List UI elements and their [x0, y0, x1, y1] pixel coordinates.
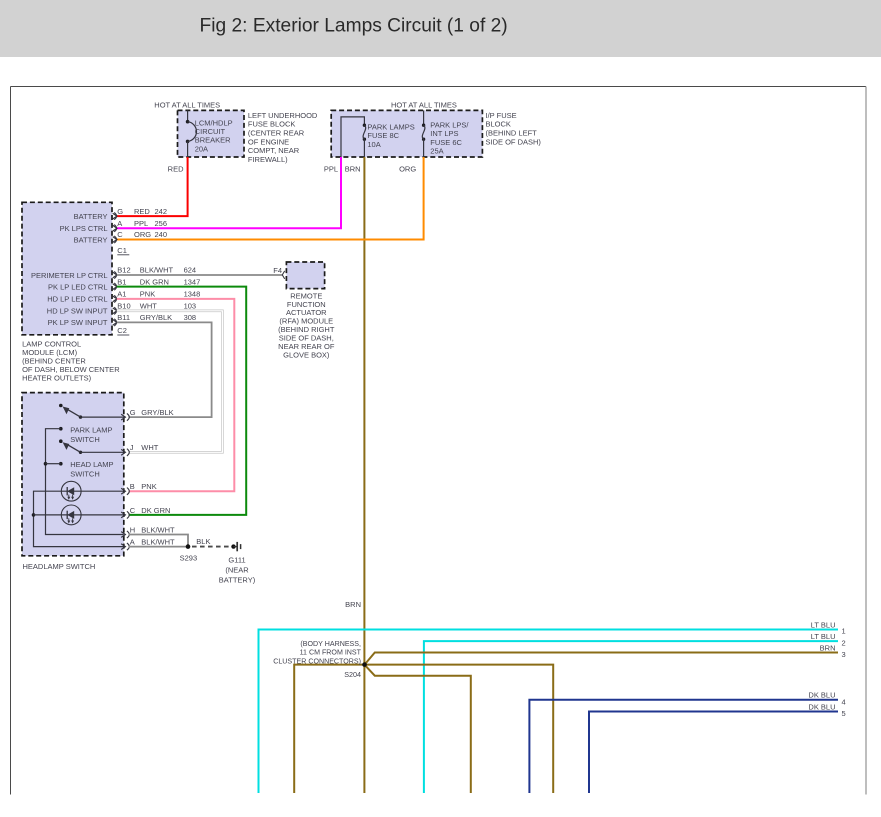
svg-text:242: 242 [155, 207, 168, 216]
svg-text:240: 240 [155, 230, 168, 239]
svg-text:PK LP SW INPUT: PK LP SW INPUT [48, 318, 108, 327]
svg-text:RED: RED [134, 207, 150, 216]
svg-text:FUSE BLOCK: FUSE BLOCK [248, 120, 296, 129]
svg-text:1: 1 [842, 627, 846, 636]
svg-text:LT BLU: LT BLU [811, 632, 836, 641]
svg-text:C1: C1 [117, 246, 127, 255]
svg-text:ORG: ORG [399, 164, 416, 173]
svg-text:(BEHIND LEFT: (BEHIND LEFT [486, 129, 538, 138]
svg-text:BRN: BRN [820, 643, 836, 652]
svg-text:B: B [130, 482, 135, 491]
svg-text:624: 624 [184, 266, 197, 275]
svg-text:2: 2 [842, 638, 846, 647]
svg-text:(BODY HARNESS,: (BODY HARNESS, [300, 640, 361, 648]
svg-text:S293: S293 [180, 553, 198, 562]
svg-text:HOT AT ALL TIMES: HOT AT ALL TIMES [154, 100, 220, 109]
svg-text:CLUSTER CONNECTORS): CLUSTER CONNECTORS) [273, 657, 361, 665]
svg-text:308: 308 [184, 313, 197, 322]
svg-text:PPL: PPL [134, 219, 148, 228]
svg-text:J: J [130, 443, 134, 452]
svg-text:HEADLAMP SWITCH: HEADLAMP SWITCH [23, 562, 96, 571]
svg-text:G: G [130, 408, 136, 417]
svg-text:COMPT, NEAR: COMPT, NEAR [248, 146, 300, 155]
svg-text:ORG: ORG [134, 230, 151, 239]
svg-text:PARK LAMP: PARK LAMP [70, 426, 112, 435]
svg-text:WHT: WHT [140, 302, 157, 311]
svg-text:10A: 10A [367, 140, 380, 149]
svg-text:25A: 25A [430, 146, 443, 155]
svg-text:Fig 2: Exterior Lamps Circuit: Fig 2: Exterior Lamps Circuit (1 of 2) [200, 15, 508, 36]
svg-text:LEFT UNDERHOOD: LEFT UNDERHOOD [248, 111, 318, 120]
svg-text:BLK/WHT: BLK/WHT [140, 266, 174, 275]
svg-text:3: 3 [842, 650, 846, 659]
svg-text:SWITCH: SWITCH [70, 469, 100, 478]
svg-text:DK BLU: DK BLU [808, 691, 835, 700]
svg-text:B11: B11 [117, 313, 130, 322]
svg-text:4: 4 [842, 697, 846, 706]
svg-text:B10: B10 [117, 302, 130, 311]
svg-text:BATTERY: BATTERY [74, 212, 108, 221]
svg-text:OF ENGINE: OF ENGINE [248, 137, 289, 146]
svg-text:256: 256 [155, 219, 168, 228]
svg-text:DK GRN: DK GRN [140, 277, 169, 286]
svg-text:HEAD LAMP: HEAD LAMP [70, 460, 113, 469]
svg-text:103: 103 [184, 302, 197, 311]
svg-text:I/P FUSE: I/P FUSE [486, 111, 517, 120]
svg-text:BATTERY: BATTERY [74, 235, 108, 244]
svg-text:DK BLU: DK BLU [808, 702, 835, 711]
svg-text:B12: B12 [117, 266, 130, 275]
svg-text:BRN: BRN [345, 164, 361, 173]
svg-text:PERIMETER LP CTRL: PERIMETER LP CTRL [31, 271, 108, 280]
svg-text:1347: 1347 [184, 277, 201, 286]
svg-text:C2: C2 [117, 326, 127, 335]
svg-text:BLOCK: BLOCK [486, 120, 511, 129]
svg-text:GRY/BLK: GRY/BLK [141, 408, 173, 417]
svg-text:BLK/WHT: BLK/WHT [141, 538, 175, 547]
svg-text:HEATER OUTLETS): HEATER OUTLETS) [22, 373, 92, 382]
svg-text:A: A [117, 219, 122, 228]
svg-text:GLOVE BOX): GLOVE BOX) [283, 350, 330, 359]
svg-text:G111: G111 [228, 556, 245, 565]
svg-text:A1: A1 [117, 290, 126, 299]
svg-text:FIREWALL): FIREWALL) [248, 155, 288, 164]
svg-text:F4: F4 [273, 266, 282, 275]
svg-text:S204: S204 [344, 670, 361, 679]
svg-text:C: C [117, 230, 123, 239]
svg-text:BRN: BRN [345, 600, 361, 609]
svg-text:5: 5 [842, 709, 846, 718]
svg-text:B1: B1 [117, 277, 126, 286]
svg-text:A: A [130, 538, 135, 547]
svg-text:PNK: PNK [141, 482, 156, 491]
svg-text:11 CM FROM INST: 11 CM FROM INST [300, 649, 362, 657]
svg-text:SWITCH: SWITCH [70, 435, 100, 444]
svg-text:WHT: WHT [141, 443, 158, 452]
svg-text:BATTERY): BATTERY) [219, 575, 256, 584]
svg-text:HOT AT ALL TIMES: HOT AT ALL TIMES [391, 100, 457, 109]
svg-text:C: C [130, 506, 136, 515]
svg-text:PK LPS CTRL: PK LPS CTRL [60, 224, 108, 233]
svg-text:H: H [130, 525, 135, 534]
svg-text:GRY/BLK: GRY/BLK [140, 313, 172, 322]
svg-text:LT BLU: LT BLU [811, 620, 836, 629]
svg-text:20A: 20A [195, 144, 208, 153]
svg-text:(NEAR: (NEAR [225, 565, 249, 574]
svg-text:BLK/WHT: BLK/WHT [141, 525, 175, 534]
svg-text:HD LP LED CTRL: HD LP LED CTRL [47, 295, 107, 304]
svg-text:BLK: BLK [196, 537, 210, 546]
svg-text:(CENTER REAR: (CENTER REAR [248, 129, 305, 138]
svg-text:DK GRN: DK GRN [141, 506, 170, 515]
svg-text:PNK: PNK [140, 290, 155, 299]
svg-text:PK LP LED CTRL: PK LP LED CTRL [48, 282, 107, 291]
svg-text:PPL: PPL [324, 164, 338, 173]
svg-text:SIDE OF DASH): SIDE OF DASH) [486, 137, 542, 146]
svg-text:1348: 1348 [184, 290, 201, 299]
svg-text:RED: RED [168, 164, 184, 173]
svg-text:G: G [117, 207, 123, 216]
svg-text:HD LP SW INPUT: HD LP SW INPUT [47, 307, 108, 316]
